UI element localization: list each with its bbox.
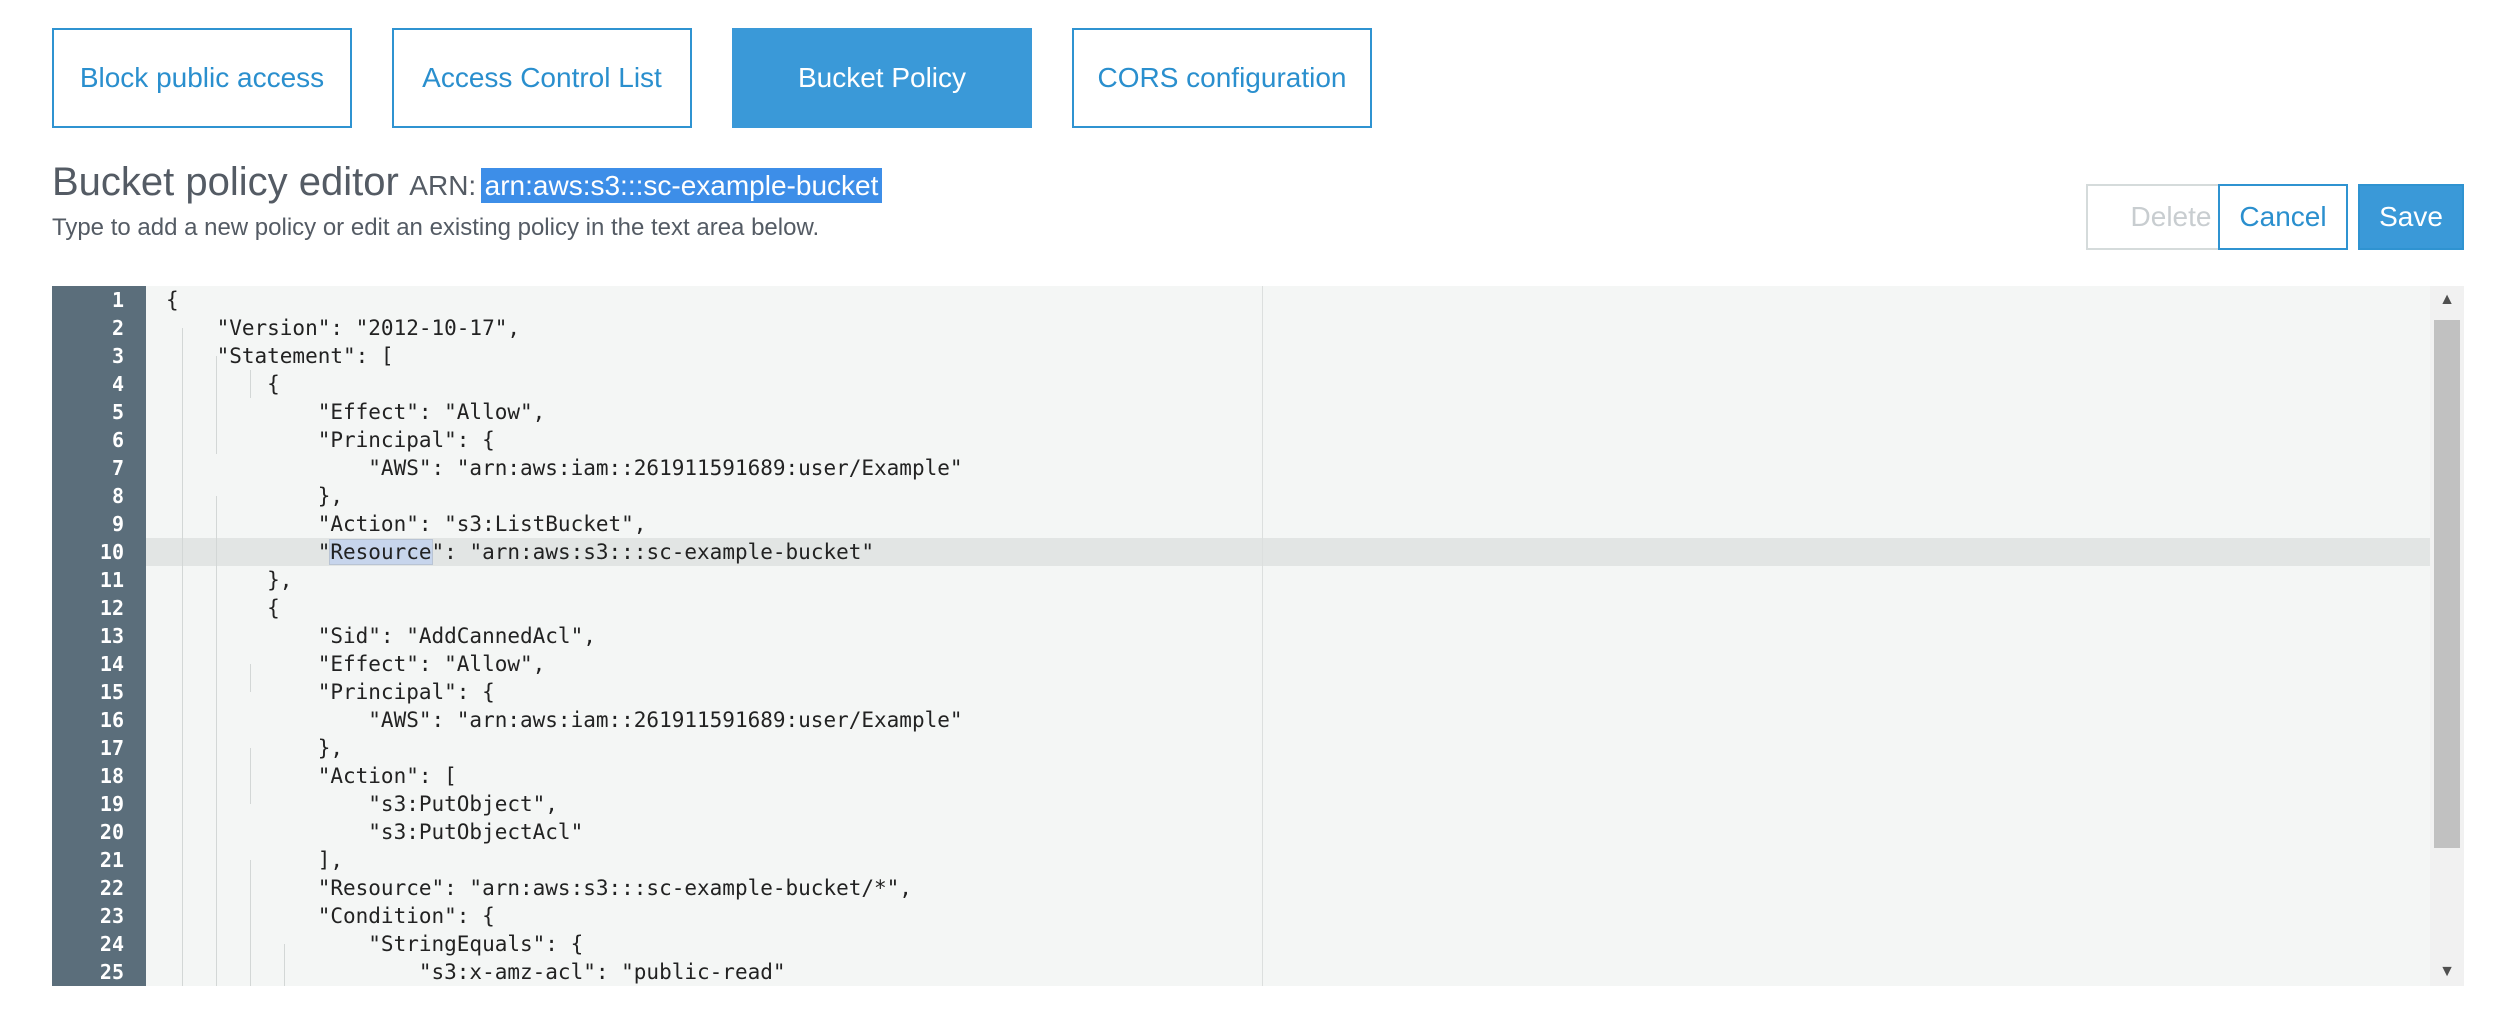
selected-word: Resource: [329, 539, 433, 565]
line-number: 9: [111, 512, 124, 536]
line-number: 20: [99, 820, 124, 844]
code-line: {: [166, 288, 179, 312]
code-line: "Resource": "arn:aws:s3:::sc-example-buc…: [166, 539, 875, 565]
line-number: 2: [111, 316, 124, 340]
policy-code-editor[interactable]: 1 2 3 4 5 6 7 8 9 10 11 12 13 14 15 16 17 18 19 20 21 22 23 24 2…: [52, 286, 2464, 986]
save-button[interactable]: Save: [2358, 184, 2464, 250]
code-line: "Effect": "Allow",: [166, 652, 546, 676]
code-line: "s3:PutObjectAcl": [166, 820, 584, 844]
line-number: 23: [99, 904, 124, 928]
line-number: 10: [99, 540, 124, 564]
code-line: "Principal": {: [166, 680, 495, 704]
line-number: 24: [99, 932, 124, 956]
code-line: "StringEquals": {: [166, 932, 584, 956]
code-line: },: [166, 736, 344, 760]
cancel-button[interactable]: Cancel: [2218, 184, 2348, 250]
code-line: "Action": "s3:ListBucket",: [166, 512, 647, 536]
print-margin: [1262, 286, 1263, 986]
code-line: "Resource": "arn:aws:s3:::sc-example-buc…: [166, 876, 912, 900]
scroll-up-icon[interactable]: ▲: [2430, 286, 2464, 314]
line-number: 5: [111, 400, 124, 424]
line-number: 14: [99, 652, 124, 676]
line-number: 11: [99, 568, 124, 592]
line-number: 21: [99, 848, 124, 872]
code-line: "AWS": "arn:aws:iam::261911591689:user/E…: [166, 456, 963, 480]
line-number: 1: [111, 288, 124, 312]
code-line: "AWS": "arn:aws:iam::261911591689:user/E…: [166, 708, 963, 732]
tab-access-control-list[interactable]: Access Control List: [392, 28, 692, 128]
line-number: 13: [99, 624, 124, 648]
line-number: 25: [99, 960, 124, 984]
line-number: 7: [111, 456, 124, 480]
line-number: 22: [99, 876, 124, 900]
line-number: 17: [99, 736, 124, 760]
line-number: 6: [111, 428, 124, 452]
line-number: 3: [111, 344, 124, 368]
code-line: },: [166, 568, 293, 592]
code-line: "Statement": [: [166, 344, 394, 368]
code-line: "s3:PutObject",: [166, 792, 558, 816]
scroll-down-icon[interactable]: ▼: [2430, 958, 2464, 986]
line-number-gutter: 1 2 3 4 5 6 7 8 9 10 11 12 13 14 15 16 17 18 19 20 21 22 23 24 2…: [52, 286, 146, 986]
vertical-scrollbar[interactable]: ▲ ▼: [2430, 286, 2464, 986]
policy-tabs: Block public access Access Control List …: [52, 28, 1372, 128]
code-line: "Action": [: [166, 764, 457, 788]
code-line: "Sid": "AddCannedAcl",: [166, 624, 596, 648]
code-line: {: [166, 372, 280, 396]
tab-cors-configuration[interactable]: CORS configuration: [1072, 28, 1372, 128]
line-number: 18: [99, 764, 124, 788]
code-line: ],: [166, 848, 344, 872]
tab-block-public-access[interactable]: Block public access: [52, 28, 352, 128]
code-line: "Principal": {: [166, 428, 495, 452]
line-number: 15: [99, 680, 124, 704]
code-line: },: [166, 484, 344, 508]
scrollbar-thumb[interactable]: [2434, 320, 2460, 848]
editor-actions: Delete Cancel Save: [0, 184, 2508, 250]
line-number: 16: [99, 708, 124, 732]
code-text-area[interactable]: { "Version": "2012-10-17", "Statement": …: [146, 286, 2430, 986]
code-line: "Effect": "Allow",: [166, 400, 546, 424]
code-line: "s3:x-amz-acl": "public-read": [166, 960, 786, 984]
code-line: "Condition": {: [166, 904, 495, 928]
line-number: 8: [111, 484, 124, 508]
line-number: 12: [99, 596, 124, 620]
code-line: "Version": "2012-10-17",: [166, 316, 521, 340]
code-line: {: [166, 596, 280, 620]
line-number: 4: [111, 372, 124, 396]
tab-bucket-policy[interactable]: Bucket Policy: [732, 28, 1032, 128]
line-number: 19: [99, 792, 124, 816]
